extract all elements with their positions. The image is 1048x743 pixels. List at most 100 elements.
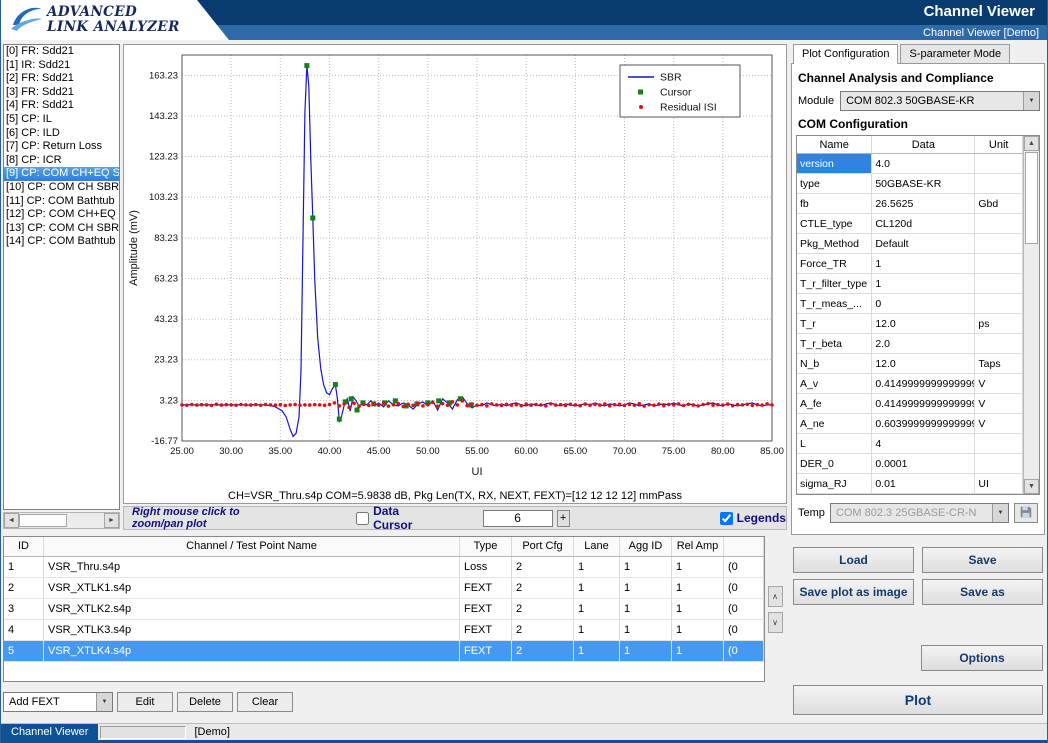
scroll-left-button[interactable]: ◄ xyxy=(4,513,19,528)
table-cell: T_r_beta xyxy=(797,334,872,353)
com-table-row[interactable]: CTLE_typeCL120d xyxy=(797,214,1023,234)
list-item[interactable]: [2] FR: Sdd21 xyxy=(4,72,119,86)
table-cell: 1 xyxy=(872,254,975,273)
list-item[interactable]: [10] CP: COM CH SBR xyxy=(4,181,119,195)
table-row[interactable]: 3VSR_XTLK2.s4pFEXT2111(0 xyxy=(4,599,764,620)
list-item[interactable]: [5] CP: IL xyxy=(4,113,119,127)
com-table-row[interactable]: A_fe0.41499999999999998V xyxy=(797,394,1023,414)
list-item[interactable]: [1] IR: Sdd21 xyxy=(4,59,119,73)
tab-plot-configuration[interactable]: Plot Configuration xyxy=(793,44,898,64)
add-fext-dropdown[interactable]: Add FEXT ▼ xyxy=(3,692,113,712)
clear-button[interactable]: Clear xyxy=(237,692,293,712)
list-item[interactable]: [12] CP: COM CH+EQ S xyxy=(4,208,119,222)
scroll-down-button[interactable]: ∨ xyxy=(768,612,783,633)
scroll-track[interactable] xyxy=(67,513,104,528)
table-cell: 1 xyxy=(574,599,620,619)
com-table-row[interactable]: L4 xyxy=(797,434,1023,454)
com-table-row[interactable]: A_ne0.60399999999999998V xyxy=(797,414,1023,434)
table-cell xyxy=(975,454,1023,473)
com-table-row[interactable]: T_r_beta2.0 xyxy=(797,334,1023,354)
table-header-row: IDChannel / Test Point NameTypePort CfgL… xyxy=(4,537,764,557)
scroll-down-button[interactable]: ▼ xyxy=(1024,479,1039,494)
table-cell: 2 xyxy=(512,578,574,598)
scroll-up-button[interactable]: ▲ xyxy=(1024,136,1039,151)
svg-text:45.00: 45.00 xyxy=(367,446,391,457)
delete-button[interactable]: Delete xyxy=(177,692,233,712)
list-item[interactable]: [8] CP: ICR xyxy=(4,154,119,168)
svg-text:SBR: SBR xyxy=(660,72,682,84)
com-table-vscrollbar[interactable]: ▲ ▼ xyxy=(1023,136,1039,494)
channel-viewer-window: Channel Viewer [Demo] Channel Viewer ADV… xyxy=(0,0,1048,743)
com-table-row[interactable]: Pkg_MethodDefault xyxy=(797,234,1023,254)
cursor-add-button[interactable]: + xyxy=(557,510,570,527)
save-plot-as-image-button[interactable]: Save plot as image xyxy=(793,579,914,605)
com-table-row[interactable]: T_r_meas_...0 xyxy=(797,294,1023,314)
list-item[interactable]: [4] FR: Sdd21 xyxy=(4,99,119,113)
scroll-right-button[interactable]: ► xyxy=(104,513,119,528)
table-cell: 1 xyxy=(574,641,620,661)
table-cell: T_r_filter_type xyxy=(797,274,872,293)
table-cell: 4 xyxy=(872,434,975,453)
svg-text:Residual ISI: Residual ISI xyxy=(660,102,717,114)
com-table-row[interactable]: DER_00.0001 xyxy=(797,454,1023,474)
com-table-row[interactable]: N_b12.0Taps xyxy=(797,354,1023,374)
table-cell: Channel / Test Point Name xyxy=(44,537,460,556)
table-cell: FEXT xyxy=(460,620,512,640)
options-button[interactable]: Options xyxy=(921,645,1043,671)
plot-button[interactable]: Plot xyxy=(793,685,1043,715)
com-config-table[interactable]: NameDataUnitversion4.0type50GBASE-KRfb26… xyxy=(797,136,1023,494)
cursor-count-input[interactable] xyxy=(483,510,553,527)
list-item[interactable]: [0] FR: Sdd21 xyxy=(4,45,119,59)
chevron-down-icon: ▼ xyxy=(1023,92,1039,110)
list-item[interactable]: [11] CP: COM Bathtub xyxy=(4,195,119,209)
data-cursor-checkbox[interactable] xyxy=(356,512,369,525)
table-cell: Name xyxy=(797,136,872,153)
footer-tab-channel-viewer[interactable]: Channel Viewer xyxy=(1,724,98,741)
table-row[interactable]: 4VSR_XTLK3.s4pFEXT2111(0 xyxy=(4,620,764,641)
list-item[interactable]: [13] CP: COM CH SBR xyxy=(4,222,119,236)
table-row[interactable]: 5VSR_XTLK4.s4pFEXT2111(0 xyxy=(4,641,764,662)
save-config-button[interactable] xyxy=(1014,503,1038,523)
table-vscrollbar[interactable]: ∧ ∨ xyxy=(767,536,783,682)
table-row[interactable]: 1VSR_Thru.s4pLoss2111(0 xyxy=(4,557,764,578)
com-table-row[interactable]: version4.0 xyxy=(797,154,1023,174)
save-as-button[interactable]: Save as xyxy=(922,579,1043,605)
com-table-row[interactable]: type50GBASE-KR xyxy=(797,174,1023,194)
tab-s-parameter-mode[interactable]: S-parameter Mode xyxy=(900,44,1010,64)
scroll-up-button[interactable]: ∧ xyxy=(768,586,783,607)
com-table-row[interactable]: A_v0.41499999999999998V xyxy=(797,374,1023,394)
save-button[interactable]: Save xyxy=(922,547,1043,573)
scroll-thumb[interactable] xyxy=(19,514,67,527)
table-cell: 1 xyxy=(672,599,724,619)
channel-table[interactable]: IDChannel / Test Point NameTypePort CfgL… xyxy=(3,536,765,682)
table-cell xyxy=(975,294,1023,313)
channel-list[interactable]: [0] FR: Sdd21[1] IR: Sdd21[2] FR: Sdd21[… xyxy=(3,44,120,510)
app-logo: ADVANCED LINK ANALYZER xyxy=(1,0,229,40)
scroll-thumb[interactable] xyxy=(1025,152,1038,244)
list-item[interactable]: [9] CP: COM CH+EQ SB xyxy=(4,167,119,181)
list-item[interactable]: [14] CP: COM Bathtub xyxy=(4,235,119,249)
sidebar-hscrollbar[interactable]: ◄ ► xyxy=(3,512,120,529)
com-table-row[interactable]: T_r_filter_type1 xyxy=(797,274,1023,294)
list-item[interactable]: [6] CP: ILD xyxy=(4,127,119,141)
list-item[interactable]: [7] CP: Return Loss xyxy=(4,140,119,154)
table-cell: 1 xyxy=(620,557,672,577)
temp-dropdown[interactable]: COM 802.3 25GBASE-CR-N ▼ xyxy=(830,503,1009,523)
load-button[interactable]: Load xyxy=(793,547,914,573)
com-table-row[interactable]: T_r12.0ps xyxy=(797,314,1023,334)
com-table-row[interactable]: fb26.5625Gbd xyxy=(797,194,1023,214)
svg-text:83.23: 83.23 xyxy=(154,233,178,244)
plot-status-text: CH=VSR_Thru.s4p COM=5.9838 dB, Pkg Len(T… xyxy=(124,488,786,506)
temp-label: Temp xyxy=(798,507,825,519)
module-dropdown[interactable]: COM 802.3 50GBASE-KR ▼ xyxy=(840,91,1040,111)
edit-button[interactable]: Edit xyxy=(117,692,173,712)
com-table-row[interactable]: Force_TR1 xyxy=(797,254,1023,274)
table-cell: VSR_XTLK4.s4p xyxy=(44,641,460,661)
scroll-track[interactable] xyxy=(1024,245,1039,479)
sbr-chart[interactable]: 25.0030.0035.0040.0045.0050.0055.0060.00… xyxy=(124,45,786,483)
app-header: Channel Viewer [Demo] Channel Viewer ADV… xyxy=(1,0,1047,40)
legends-checkbox[interactable] xyxy=(720,512,733,525)
list-item[interactable]: [3] FR: Sdd21 xyxy=(4,86,119,100)
table-row[interactable]: 2VSR_XTLK1.s4pFEXT2111(0 xyxy=(4,578,764,599)
com-table-row[interactable]: sigma_RJ0.01UI xyxy=(797,474,1023,494)
